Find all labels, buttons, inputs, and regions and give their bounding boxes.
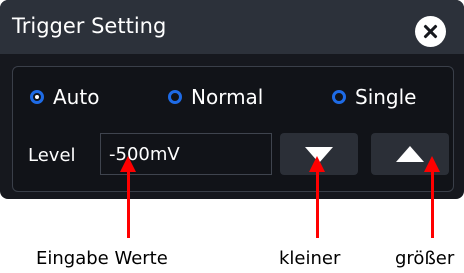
radio-selected-icon <box>30 90 44 104</box>
decrease-annotation-arrow <box>309 156 325 238</box>
increase-annotation-label: größer <box>395 248 455 269</box>
mode-normal-label: Normal <box>191 85 264 109</box>
dialog-titlebar: Trigger Setting <box>0 0 464 54</box>
mode-single-label: Single <box>355 85 417 109</box>
radio-unselected-icon <box>332 90 346 104</box>
triangle-up-icon <box>396 146 424 162</box>
mode-single-radio[interactable]: Single <box>332 85 417 109</box>
mode-auto-radio[interactable]: Auto <box>30 85 100 109</box>
mode-normal-radio[interactable]: Normal <box>168 85 264 109</box>
increase-annotation-arrow <box>424 156 440 238</box>
close-icon[interactable] <box>415 16 446 47</box>
input-annotation-arrow <box>120 156 136 238</box>
level-label: Level <box>28 145 76 166</box>
dialog-title: Trigger Setting <box>12 14 167 38</box>
mode-auto-label: Auto <box>53 85 100 109</box>
trigger-setting-dialog: Trigger Setting Auto Normal Single Level… <box>0 0 464 199</box>
input-annotation-label: Eingabe Werte <box>36 248 168 269</box>
radio-unselected-icon <box>168 90 182 104</box>
decrease-annotation-label: kleiner <box>279 248 341 269</box>
